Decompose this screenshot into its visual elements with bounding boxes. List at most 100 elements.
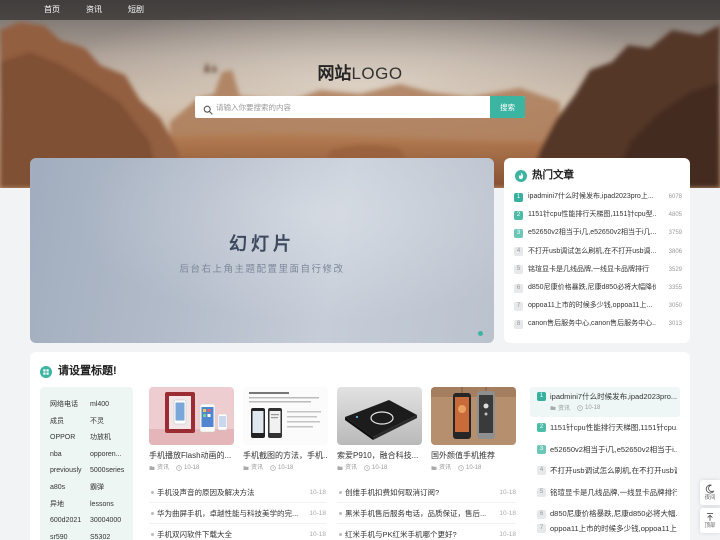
bullet-dot [339,491,342,494]
rank-badge: 5 [514,265,523,275]
tag-link[interactable]: lessons [90,497,132,514]
side-list-item[interactable]: 7 oppoa11上市的时候多少钱,oppoa11上... [530,518,680,540]
article-card[interactable]: 手机截图的方法，手机... 资讯 10-18 [243,387,328,477]
list-item[interactable]: 手机双闪软件下载大全 10-18 [149,524,326,540]
article-title[interactable]: d850尼康价格暴跌,尼康d850必将大幅降价 [528,279,656,297]
side-list-item[interactable]: 2 1151针cpu性能排行天梯图,1151针cpu... [530,417,680,439]
list-item[interactable]: 创维手机扣费如何取消订阅? 10-18 [337,482,516,503]
hot-article-item[interactable]: 4 不打开usb调试怎么刷机,在不打开usb调... 3806 [514,243,682,261]
back-to-top-button[interactable]: 顶部 [700,508,720,533]
search-bar: 搜索 [195,96,525,118]
card-category[interactable]: 资讯 [157,464,169,473]
hot-article-item[interactable]: 6 d850尼康价格暴跌,尼康d850必将大幅降价 3355 [514,279,682,297]
list-item[interactable]: 红米手机与PK红米手机哪个更好? 10-18 [337,524,516,540]
card-thumbnail[interactable] [431,387,516,445]
card-thumbnail[interactable] [149,387,234,445]
clock-icon [270,465,276,471]
tag-link[interactable]: nba [50,447,90,464]
list-item[interactable]: 华为曲屏手机，卓越性能与科技美学的完... 10-18 [149,503,326,524]
clock-icon [458,465,464,471]
site-logo[interactable]: 网站LOGO [0,63,720,85]
view-count: 3806 [668,248,682,255]
side-list-title[interactable]: e52650v2相当于i几,e52650v2相当于i... [550,439,677,461]
tag-link[interactable]: 30004000 [90,513,132,530]
tag-link[interactable]: 功放机 [90,430,132,447]
tag-link[interactable]: opporen... [90,447,132,464]
article-card[interactable]: 索爱P910，融合科技... 资讯 10-18 [337,387,422,477]
list-item-title[interactable]: 黑米手机售后服务电话，品质保证，售后... [345,503,493,524]
card-meta: 资讯 10-18 [149,464,199,473]
tag-link[interactable]: a80s [50,480,90,497]
bullet-dot [151,491,154,494]
logo-bold-text: 网站 [317,64,352,83]
card-category[interactable]: 资讯 [439,464,451,473]
article-title[interactable]: e52650v2相当于i几,e52650v2相当于i几... [528,224,656,242]
card-title[interactable]: 手机播放Flash动画的... [149,450,234,462]
list-item[interactable]: 手机没声音的原因及解决方法 10-18 [149,482,326,503]
side-list-title[interactable]: oppoa11上市的时候多少钱,oppoa11上... [550,518,677,540]
side-list-item-featured[interactable]: 1 ipadmini7什么时候发布,ipad2023pro... 资讯 10-1… [530,387,680,417]
side-list-item[interactable]: 4 不打开usb调试怎么刷机,在不打开usb调... [530,460,680,482]
tag-link[interactable]: OPPOR [50,430,90,447]
list-item-title[interactable]: 手机双闪软件下载大全 [157,524,305,540]
hot-article-item[interactable]: 7 oppoa11上市的时候多少钱,oppoa11上... 3050 [514,297,682,315]
search-button[interactable]: 搜索 [490,96,525,118]
article-card[interactable]: 国外颜值手机推荐 资讯 10-18 [431,387,516,477]
slideshow[interactable]: 幻灯片 后台右上角主题配置里面自行修改 [30,158,494,343]
hot-article-item[interactable]: 5 铭瑄显卡是几线品牌,一线显卡品牌排行 3529 [514,261,682,279]
side-list-title[interactable]: 铭瑄显卡是几线品牌,一线显卡品牌排行 [550,482,677,504]
folder-icon [337,466,343,470]
card-title[interactable]: 索爱P910，融合科技... [337,450,422,462]
side-list-title[interactable]: 1151针cpu性能排行天梯图,1151针cpu... [550,417,677,439]
hot-article-item[interactable]: 2 1151针cpu性能排行天梯图,1151针cpu型... 4805 [514,206,682,224]
hot-article-item[interactable]: 1 ipadmini7什么时候发布,ipad2023pro上... 6078 [514,188,682,206]
tag-link[interactable]: S5302 [90,530,132,540]
search-input[interactable] [216,96,486,118]
card-category[interactable]: 资讯 [251,464,263,473]
card-date: 10-18 [372,464,388,471]
tag-link[interactable]: sr590 [50,530,90,540]
tag-link[interactable]: 霸弹 [90,480,132,497]
article-card[interactable]: 手机播放Flash动画的... 资讯 10-18 [149,387,234,477]
article-title[interactable]: ipadmini7什么时候发布,ipad2023pro上... [528,188,656,206]
tag-link[interactable]: 不灵 [90,414,132,431]
list-item-title[interactable]: 创维手机扣费如何取消订阅? [345,482,493,503]
slideshow-indicator-dot[interactable] [478,331,483,336]
side-list-title[interactable]: ipadmini7什么时候发布,ipad2023pro... [550,392,677,402]
tag-link[interactable]: 异地 [50,497,90,514]
article-title[interactable]: canon售后服务中心,canon售后服务中心... [528,315,656,333]
side-list-title[interactable]: 不打开usb调试怎么刷机,在不打开usb调... [550,460,677,482]
rank-badge: 1 [514,192,523,202]
nav-item-short-drama[interactable]: 短剧 [128,0,144,20]
hot-article-item[interactable]: 3 e52650v2相当于i几,e52650v2相当于i几... 3759 [514,224,682,242]
article-title[interactable]: 1151针cpu性能排行天梯图,1151针cpu型... [528,206,656,224]
card-category[interactable]: 资讯 [345,464,357,473]
tag-link[interactable]: 600d2021 [50,513,90,530]
list-item-title[interactable]: 红米手机与PK红米手机哪个更好? [345,524,493,540]
side-list-item[interactable]: 5 铭瑄显卡是几线品牌,一线显卡品牌排行 [530,482,680,504]
nav-item-home[interactable]: 首页 [44,0,60,20]
card-title[interactable]: 手机截图的方法，手机... [243,450,328,462]
tag-link[interactable]: 5000series [90,463,132,480]
night-mode-button[interactable]: 夜间 [700,480,720,505]
article-title[interactable]: 不打开usb调试怎么刷机,在不打开usb调... [528,243,656,261]
nav-item-news[interactable]: 资讯 [86,0,102,20]
list-item[interactable]: 黑米手机售后服务电话，品质保证，售后... 10-18 [337,503,516,524]
card-title[interactable]: 国外颜值手机推荐 [431,450,516,462]
article-title[interactable]: 铭瑄显卡是几线品牌,一线显卡品牌排行 [528,261,656,279]
list-item-title[interactable]: 华为曲屏手机，卓越性能与科技美学的完... [157,503,305,524]
view-count: 3013 [668,321,682,328]
side-list-item[interactable]: 3 e52650v2相当于i几,e52650v2相当于i... [530,439,680,461]
hot-article-item[interactable]: 8 canon售后服务中心,canon售后服务中心... 3013 [514,315,682,333]
tag-link[interactable]: ml400 [90,397,132,414]
list-item-title[interactable]: 手机没声音的原因及解决方法 [157,482,305,503]
tag-link[interactable]: 成员 [50,414,90,431]
rank-badge: 1 [537,392,546,401]
article-title[interactable]: oppoa11上市的时候多少钱,oppoa11上... [528,297,656,315]
card-thumbnail[interactable] [337,387,422,445]
tag-link[interactable]: previously [50,463,90,480]
grid-icon [40,365,52,378]
side-list-category[interactable]: 资讯 [558,403,570,412]
tag-link[interactable]: 网络电话 [50,397,90,414]
card-thumbnail[interactable] [243,387,328,445]
